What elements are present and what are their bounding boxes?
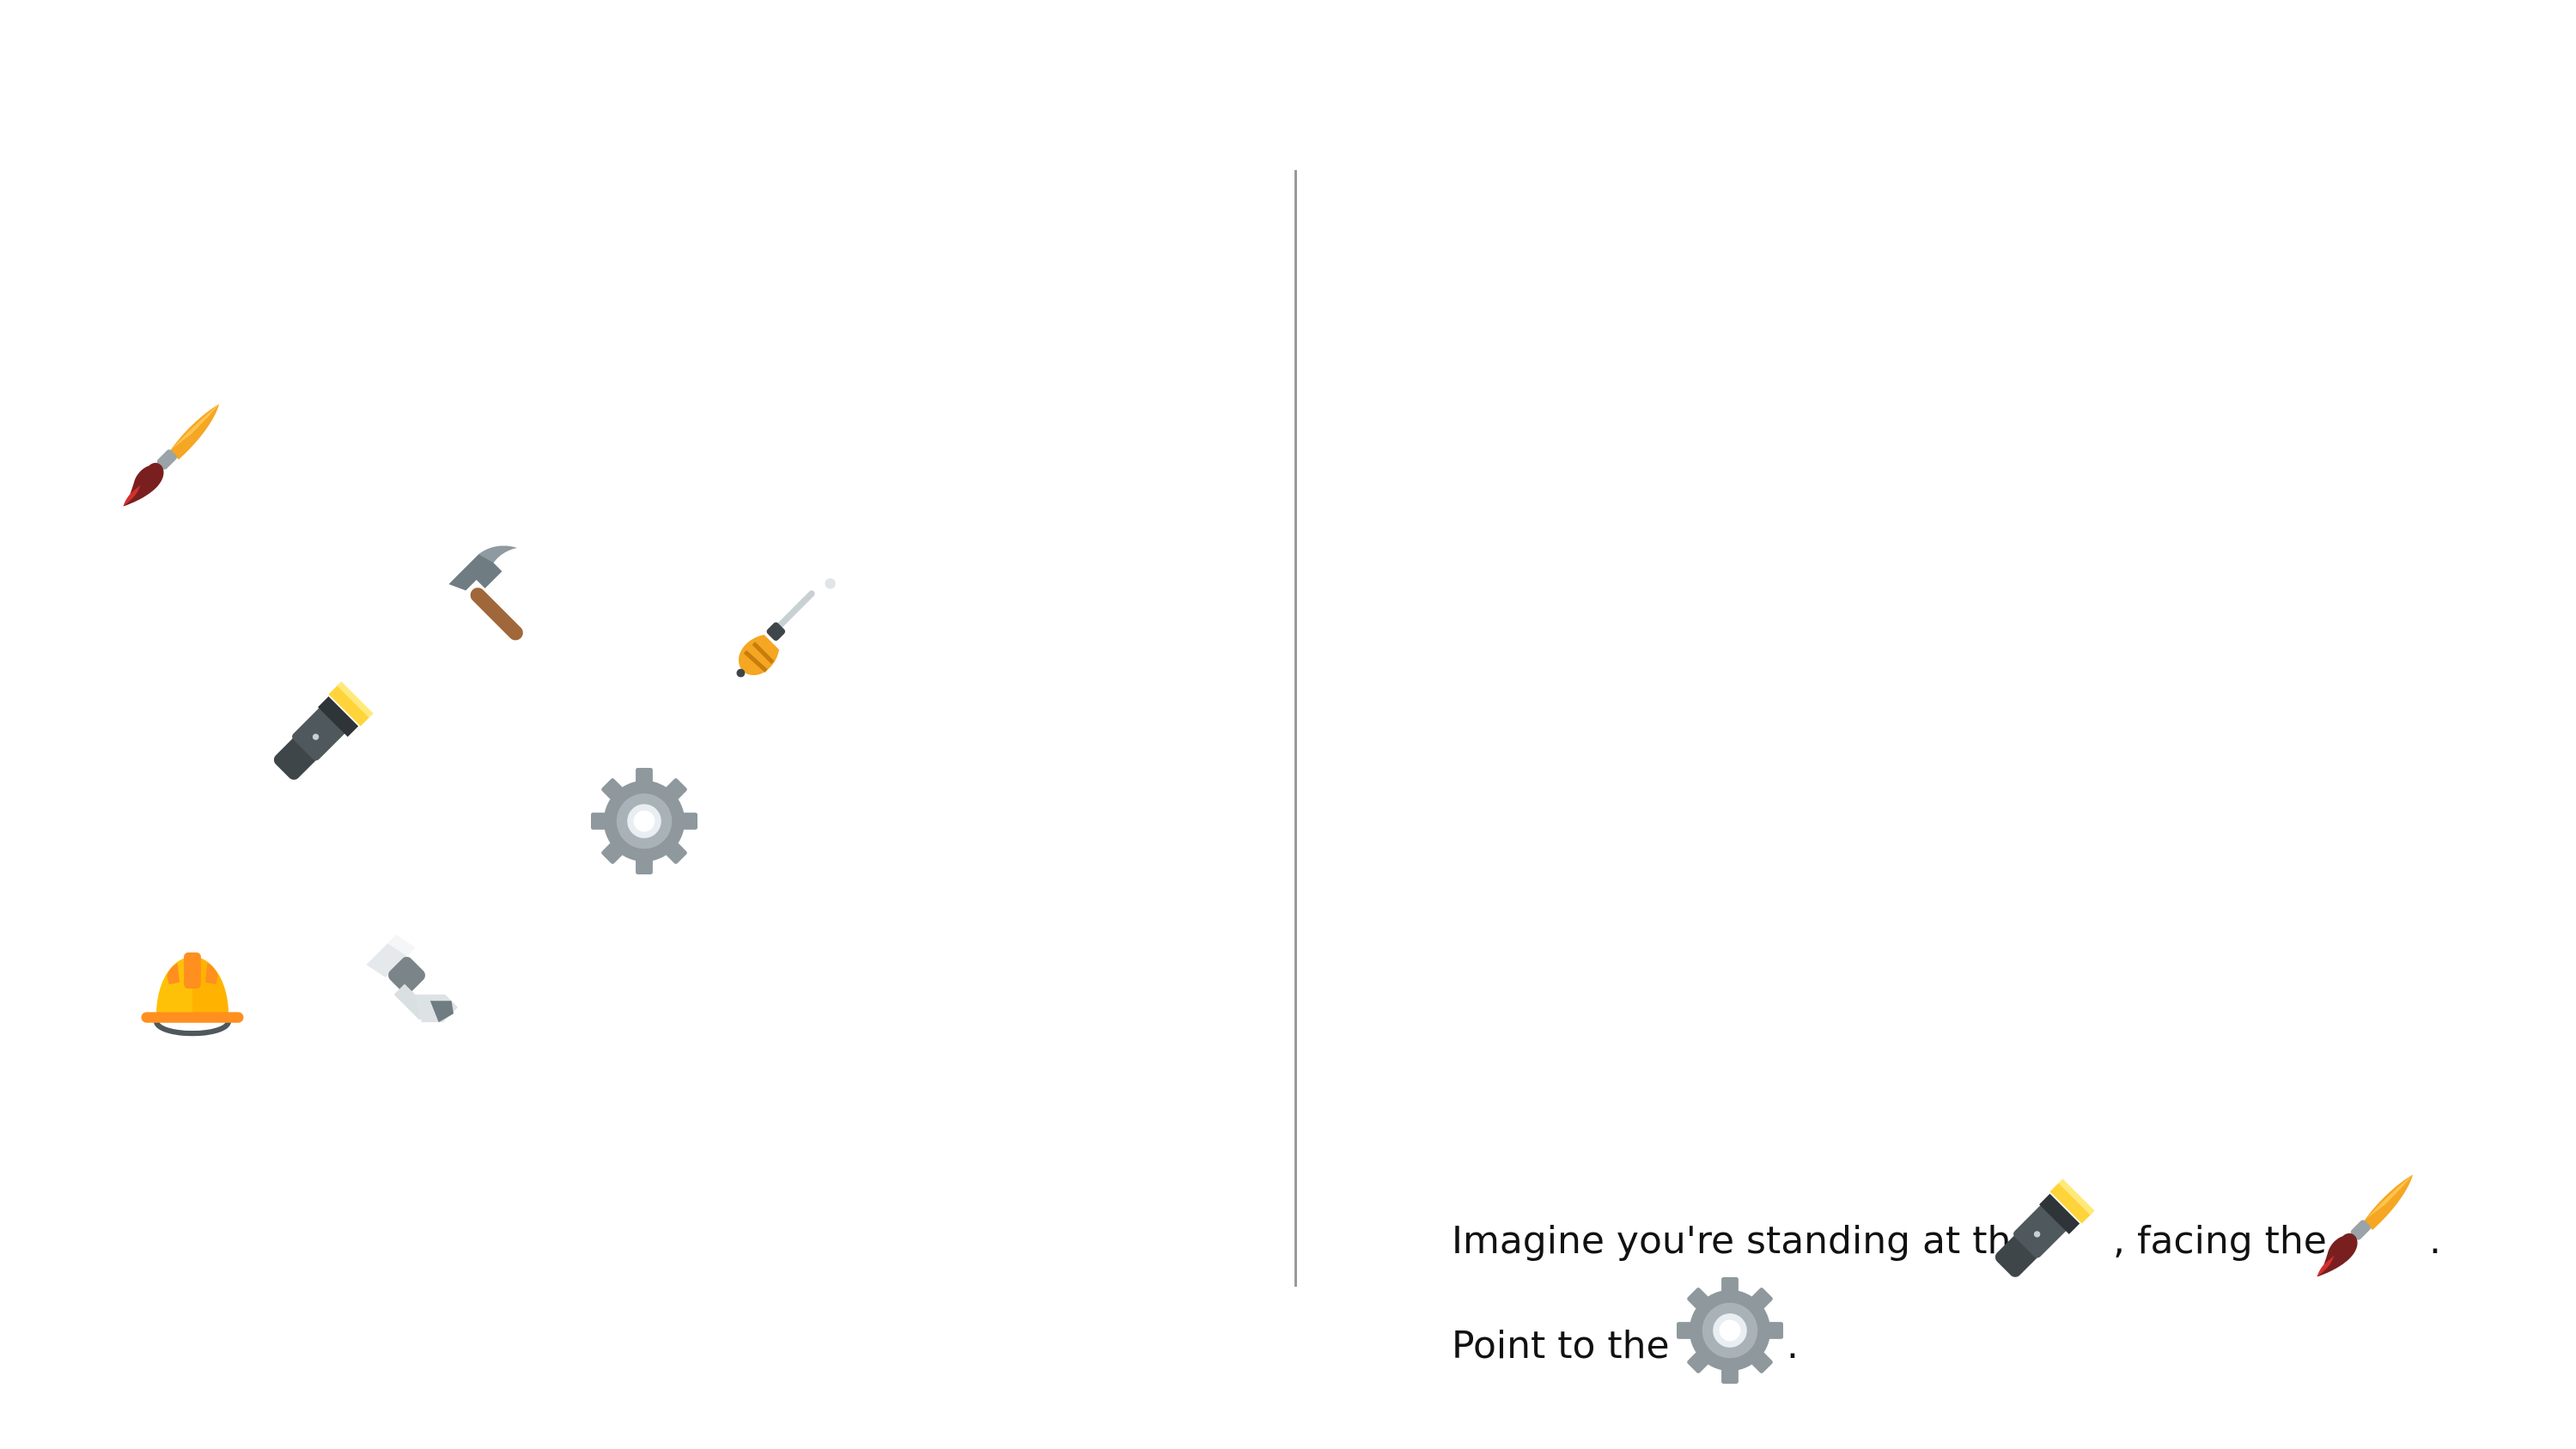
prompt-text-3: . <box>2429 1219 2441 1263</box>
prompt: Imagine you're standing at the , facing … <box>1452 1172 2525 1384</box>
hard-hat-icon[interactable] <box>139 940 246 1046</box>
screwdriver-icon[interactable] <box>730 577 837 684</box>
prompt-line-2: Point to the . <box>1452 1277 2525 1384</box>
flashlight-icon[interactable] <box>273 675 380 782</box>
prompt-text-2: , facing the <box>2113 1219 2327 1263</box>
scene-area <box>0 0 1297 1449</box>
flashlight-icon <box>1994 1172 2101 1279</box>
prompt-text-1: Imagine you're standing at the <box>1452 1219 2035 1263</box>
prompt-text-5: . <box>1787 1324 1799 1367</box>
bolt-icon[interactable] <box>356 924 462 1031</box>
gear-icon[interactable] <box>591 768 697 874</box>
divider <box>1294 170 1297 1287</box>
prompt-line-1: Imagine you're standing at the , facing … <box>1452 1172 2525 1277</box>
paintbrush-icon[interactable] <box>117 402 223 508</box>
gear-icon <box>1677 1277 1783 1384</box>
prompt-text-4: Point to the <box>1452 1324 1670 1367</box>
paintbrush-icon <box>2311 1172 2417 1279</box>
hammer-icon[interactable] <box>442 539 549 646</box>
